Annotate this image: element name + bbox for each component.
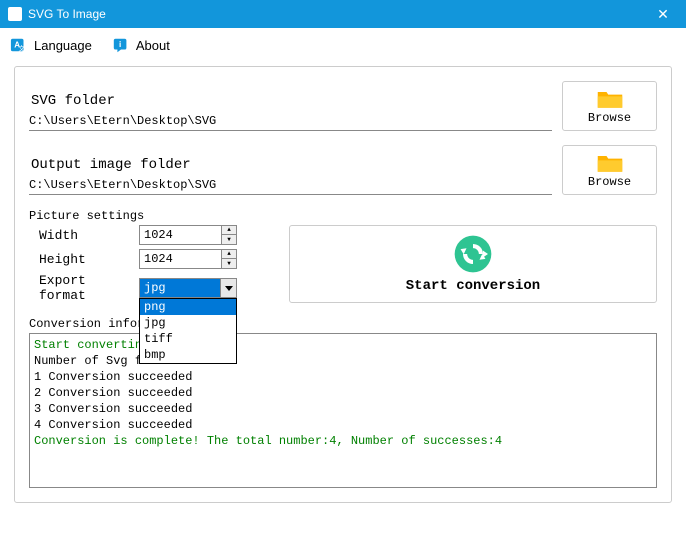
language-icon: A 文 [10, 36, 28, 54]
conversion-log: Start converting...Number of Svg files: … [29, 333, 657, 488]
height-down[interactable]: ▼ [222, 259, 236, 268]
log-line: Conversion is complete! The total number… [34, 433, 652, 449]
export-format-option[interactable]: tiff [140, 331, 236, 347]
export-format-option[interactable]: jpg [140, 315, 236, 331]
width-label: Width [29, 228, 139, 243]
height-label: Height [29, 252, 139, 267]
width-down[interactable]: ▼ [222, 235, 236, 244]
width-spinner[interactable]: ▲ ▼ [139, 225, 237, 245]
picture-settings-label: Picture settings [29, 209, 657, 223]
close-button[interactable]: ✕ [648, 6, 678, 23]
start-conversion-label: Start conversion [406, 278, 540, 294]
height-up[interactable]: ▲ [222, 250, 236, 259]
menu-about-label: About [136, 38, 170, 53]
refresh-icon [453, 234, 493, 274]
start-conversion-button[interactable]: Start conversion [289, 225, 657, 303]
log-line: Number of Svg files: 4 [34, 353, 652, 369]
log-line: Start converting... [34, 337, 652, 353]
chevron-down-icon[interactable] [220, 279, 236, 297]
export-format-value[interactable] [140, 279, 220, 297]
width-up[interactable]: ▲ [222, 226, 236, 235]
output-folder-input[interactable] [29, 176, 552, 195]
main-panel: SVG folder Browse Output image folder [14, 66, 672, 503]
height-input[interactable] [139, 249, 222, 269]
menu-language-label: Language [34, 38, 92, 53]
export-format-dropdown: pngjpgtiffbmp [139, 298, 237, 364]
svg-folder-label: SVG folder [29, 93, 552, 109]
export-format-option[interactable]: png [140, 299, 236, 315]
folder-icon [596, 88, 624, 110]
export-format-combo[interactable]: pngjpgtiffbmp [139, 278, 237, 298]
conversion-info-label: Conversion information [29, 317, 657, 331]
menu-language[interactable]: A 文 Language [10, 36, 92, 54]
browse-label: Browse [588, 175, 631, 189]
svg-folder-browse-button[interactable]: Browse [562, 81, 657, 131]
menubar: A 文 Language i About [0, 28, 686, 62]
folder-icon [596, 152, 624, 174]
height-spinner[interactable]: ▲ ▼ [139, 249, 237, 269]
window-title: SVG To Image [28, 7, 648, 21]
export-format-label: Export format [29, 273, 139, 303]
svg-text:i: i [119, 40, 121, 49]
log-line: 4 Conversion succeeded [34, 417, 652, 433]
svg-folder-input[interactable] [29, 112, 552, 131]
about-icon: i [112, 36, 130, 54]
menu-about[interactable]: i About [112, 36, 170, 54]
titlebar: SVG To Image ✕ [0, 0, 686, 28]
app-icon [8, 7, 22, 21]
svg-text:文: 文 [19, 43, 26, 52]
output-folder-label: Output image folder [29, 157, 552, 173]
output-folder-browse-button[interactable]: Browse [562, 145, 657, 195]
log-line: 2 Conversion succeeded [34, 385, 652, 401]
log-line: 1 Conversion succeeded [34, 369, 652, 385]
width-input[interactable] [139, 225, 222, 245]
browse-label: Browse [588, 111, 631, 125]
export-format-option[interactable]: bmp [140, 347, 236, 363]
log-line: 3 Conversion succeeded [34, 401, 652, 417]
